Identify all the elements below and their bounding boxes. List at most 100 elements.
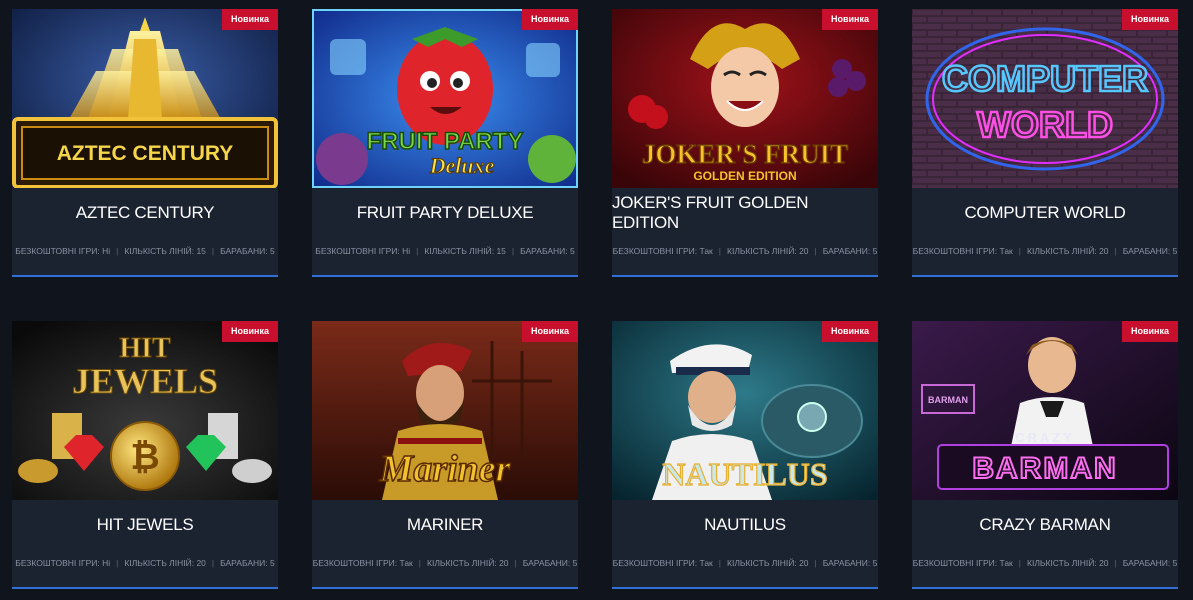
reels-label: БАРАБАНИ:	[822, 558, 871, 568]
reels-value: 5	[1172, 246, 1178, 256]
game-card-nautilus[interactable]: NAUTILUS Новинка NAUTILUS БЕЗКОШТОВНІ ІГ…	[612, 321, 878, 589]
game-thumbnail[interactable]: COMPUTER WORLD	[912, 9, 1178, 188]
new-badge: Новинка	[821, 321, 878, 342]
game-thumbnail[interactable]: HIT JEWELS ₿	[12, 321, 278, 500]
aztec-century-artwork: AZTEC CENTURY	[12, 9, 278, 188]
game-meta: БЕЗКОШТОВНІ ІГРИ: Так | КІЛЬКІСТЬ ЛІНІЙ:…	[612, 241, 878, 261]
reels-value: 5	[1172, 558, 1178, 568]
hit-jewels-artwork: HIT JEWELS ₿	[12, 321, 278, 500]
reels-label: БАРАБАНИ:	[1122, 558, 1171, 568]
game-title[interactable]: MARINER	[312, 500, 578, 550]
meta-separator: |	[814, 246, 817, 256]
game-card-mariner[interactable]: Mariner Новинка MARINER БЕЗКОШТОВНІ ІГРИ…	[312, 321, 578, 589]
free-games-value: Ні	[102, 558, 111, 568]
free-games-label: БЕЗКОШТОВНІ ІГРИ:	[612, 246, 698, 256]
game-title[interactable]: HIT JEWELS	[12, 500, 278, 550]
new-badge: Новинка	[1121, 321, 1178, 342]
free-games-label: БЕЗКОШТОВНІ ІГРИ:	[612, 558, 698, 568]
lines-label: КІЛЬКІСТЬ ЛІНІЙ:	[124, 246, 195, 256]
game-card-crazy-barman[interactable]: BARMAN CRAZY BARMAN Новинка CRAZY BARMAN…	[912, 321, 1178, 589]
meta-separator: |	[511, 246, 515, 256]
game-meta: БЕЗКОШТОВНІ ІГРИ: Так | КІЛЬКІСТЬ ЛІНІЙ:…	[612, 553, 878, 573]
svg-text:NAUTILUS: NAUTILUS	[662, 456, 827, 492]
nautilus-artwork: NAUTILUS	[612, 321, 878, 500]
lines-label: КІЛЬКІСТЬ ЛІНІЙ:	[1027, 246, 1097, 256]
game-card-fruit-party-deluxe[interactable]: FRUIT PARTY Deluxe Новинка FRUIT PARTY D…	[312, 9, 578, 277]
meta-separator: |	[211, 246, 215, 256]
reels-label: БАРАБАНИ:	[1122, 246, 1171, 256]
reels-label: БАРАБАНИ:	[220, 558, 268, 568]
game-title[interactable]: CRAZY BARMAN	[912, 500, 1178, 550]
new-badge: Новинка	[1121, 9, 1178, 30]
game-thumbnail[interactable]: AZTEC CENTURY	[12, 9, 278, 188]
meta-separator: |	[1018, 246, 1021, 256]
game-title[interactable]: FRUIT PARTY DELUXE	[312, 188, 578, 238]
free-games-label: БЕЗКОШТОВНІ ІГРИ:	[315, 246, 400, 256]
jokers-fruit-artwork: JOKER'S FRUIT GOLDEN EDITION	[612, 9, 878, 188]
free-games-value: Ні	[402, 246, 411, 256]
game-thumbnail[interactable]: NAUTILUS	[612, 321, 878, 500]
game-thumbnail[interactable]: JOKER'S FRUIT GOLDEN EDITION	[612, 9, 878, 188]
meta-separator: |	[416, 246, 419, 256]
lines-label: КІЛЬКІСТЬ ЛІНІЙ:	[1027, 558, 1097, 568]
meta-separator: |	[718, 558, 721, 568]
free-games-label: БЕЗКОШТОВНІ ІГРИ:	[912, 558, 998, 568]
reels-value: 5	[872, 558, 878, 568]
meta-separator: |	[211, 558, 215, 568]
free-games-label: БЕЗКОШТОВНІ ІГРИ:	[912, 246, 998, 256]
svg-text:HIT: HIT	[119, 333, 171, 364]
game-meta: БЕЗКОШТОВНІ ІГРИ: Так | КІЛЬКІСТЬ ЛІНІЙ:…	[312, 553, 578, 573]
svg-text:Deluxe: Deluxe	[429, 153, 495, 178]
meta-separator: |	[418, 558, 421, 568]
svg-text:CRAZY: CRAZY	[1015, 430, 1075, 445]
free-games-label: БЕЗКОШТОВНІ ІГРИ:	[15, 558, 100, 568]
game-card-aztec-century[interactable]: AZTEC CENTURY Новинка AZTEC CENTURY БЕЗК…	[12, 9, 278, 277]
lines-value: 20	[1099, 246, 1109, 256]
reels-label: БАРАБАНИ:	[520, 246, 568, 256]
game-meta: БЕЗКОШТОВНІ ІГРИ: Так | КІЛЬКІСТЬ ЛІНІЙ:…	[912, 241, 1178, 261]
free-games-value: Так	[999, 246, 1013, 256]
game-thumbnail[interactable]: BARMAN CRAZY BARMAN	[912, 321, 1178, 500]
svg-text:AZTEC CENTURY: AZTEC CENTURY	[57, 142, 234, 165]
free-games-value: Так	[699, 558, 713, 568]
svg-text:WORLD: WORLD	[977, 104, 1113, 145]
reels-label: БАРАБАНИ:	[822, 246, 871, 256]
reels-value: 5	[570, 246, 575, 256]
game-thumbnail[interactable]: FRUIT PARTY Deluxe	[312, 9, 578, 188]
free-games-value: Так	[399, 558, 413, 568]
lines-value: 20	[799, 558, 809, 568]
free-games-value: Так	[999, 558, 1013, 568]
reels-value: 5	[270, 246, 275, 256]
game-card-hit-jewels[interactable]: HIT JEWELS ₿ Новинка HIT JEWELS БЕЗКОШТО…	[12, 321, 278, 589]
mariner-artwork: Mariner	[312, 321, 578, 500]
lines-value: 15	[196, 246, 206, 256]
game-card-jokers-fruit-golden-edition[interactable]: JOKER'S FRUIT GOLDEN EDITION Новинка JOK…	[612, 9, 878, 277]
new-badge: Новинка	[521, 321, 578, 342]
game-meta: БЕЗКОШТОВНІ ІГРИ: Ні | КІЛЬКІСТЬ ЛІНІЙ: …	[312, 241, 578, 261]
svg-text:BARMAN: BARMAN	[928, 395, 968, 405]
game-meta: БЕЗКОШТОВНІ ІГРИ: Ні | КІЛЬКІСТЬ ЛІНІЙ: …	[12, 241, 278, 261]
lines-value: 15	[496, 246, 506, 256]
meta-separator: |	[718, 246, 721, 256]
game-card-computer-world[interactable]: COMPUTER WORLD Новинка COMPUTER WORLD БЕ…	[912, 9, 1178, 277]
game-thumbnail[interactable]: Mariner	[312, 321, 578, 500]
svg-text:JEWELS: JEWELS	[72, 361, 218, 401]
game-title[interactable]: JOKER'S FRUIT GOLDEN EDITION	[612, 188, 878, 238]
meta-separator: |	[116, 558, 119, 568]
meta-separator: |	[116, 246, 119, 256]
svg-text:COMPUTER: COMPUTER	[942, 58, 1148, 99]
game-title[interactable]: NAUTILUS	[612, 500, 878, 550]
lines-value: 20	[499, 558, 509, 568]
new-badge: Новинка	[221, 321, 278, 342]
meta-separator: |	[1114, 558, 1117, 568]
crazy-barman-artwork: BARMAN CRAZY BARMAN	[912, 321, 1178, 500]
reels-label: БАРАБАНИ:	[220, 246, 268, 256]
free-games-value: Ні	[102, 246, 111, 256]
game-title[interactable]: AZTEC CENTURY	[12, 188, 278, 238]
lines-label: КІЛЬКІСТЬ ЛІНІЙ:	[124, 558, 195, 568]
lines-label: КІЛЬКІСТЬ ЛІНІЙ:	[424, 246, 495, 256]
lines-label: КІЛЬКІСТЬ ЛІНІЙ:	[427, 558, 497, 568]
reels-value: 5	[872, 246, 878, 256]
game-title[interactable]: COMPUTER WORLD	[912, 188, 1178, 238]
reels-value: 5	[572, 558, 578, 568]
